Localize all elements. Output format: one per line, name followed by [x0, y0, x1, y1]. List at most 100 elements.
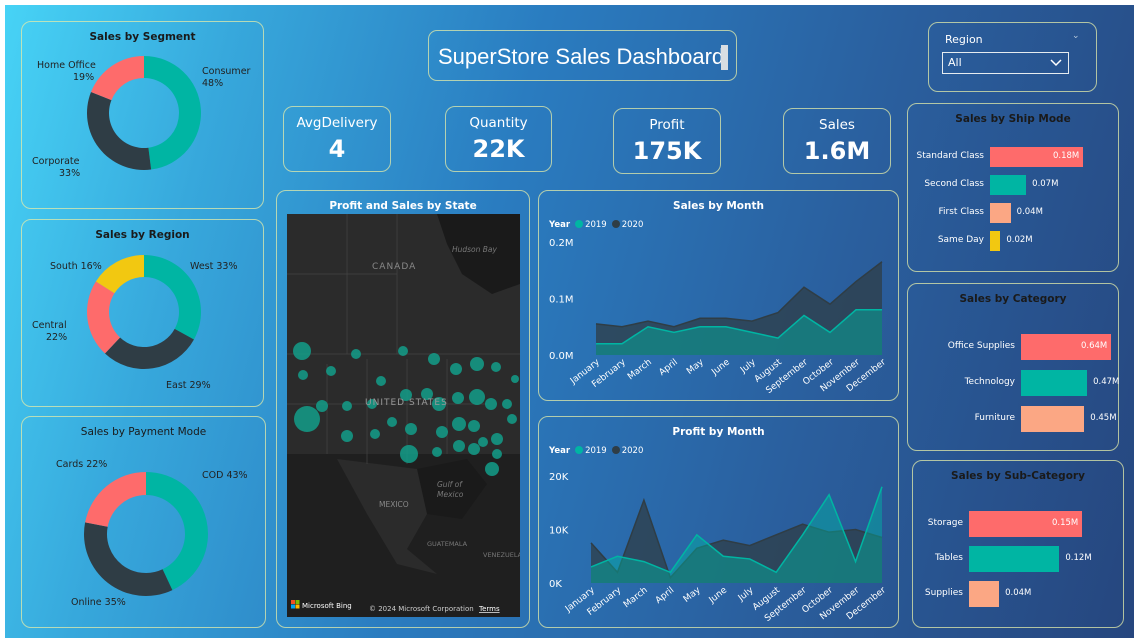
bar[interactable]	[1021, 370, 1088, 396]
state-bubble[interactable]	[470, 357, 484, 371]
state-bubble[interactable]	[316, 400, 328, 412]
state-bubble[interactable]	[400, 445, 418, 463]
state-bubble[interactable]	[502, 399, 512, 409]
bar-value-label: 0.18M	[1053, 151, 1080, 161]
state-bubble[interactable]	[432, 447, 442, 457]
state-bubble[interactable]	[452, 392, 464, 404]
state-bubble[interactable]	[485, 462, 499, 476]
east-slice[interactable]	[104, 328, 194, 369]
home-office-slice[interactable]	[91, 56, 144, 101]
online-slice[interactable]	[84, 522, 173, 596]
x-tick-label: June	[709, 357, 732, 378]
segment-label-corporate: Corporate	[32, 156, 80, 167]
x-tick-label: June	[707, 585, 730, 606]
bar[interactable]	[990, 231, 1001, 251]
bar[interactable]	[969, 581, 1000, 607]
state-bubble[interactable]	[370, 429, 380, 439]
state-bubble[interactable]	[491, 362, 501, 372]
region-filter[interactable]: Region ⌄ All	[928, 22, 1097, 92]
map-terms-link: Terms	[478, 605, 500, 613]
kpi-quantity: Quantity 22K	[445, 106, 552, 172]
bar[interactable]	[990, 175, 1027, 195]
x-tick-label: May	[682, 585, 703, 605]
region-dropdown-value: All	[948, 56, 962, 69]
map-title: Profit and Sales by State	[329, 200, 477, 212]
region-label-east: East 29%	[166, 380, 211, 391]
state-bubble[interactable]	[351, 349, 361, 359]
state-bubble[interactable]	[293, 342, 311, 360]
category-card: Sales by Category Office Supplies 0.64M Te…	[907, 283, 1119, 451]
kpi-sales: Sales 1.6M	[783, 108, 891, 174]
state-bubble[interactable]	[405, 423, 417, 435]
payment-donut-chart: COD 43% Online 35% Cards 22%	[56, 459, 248, 608]
dashboard-canvas: SuperStore Sales Dashboard Region ⌄ All …	[5, 5, 1134, 638]
segment-label-homeoffice: Home Office	[37, 60, 96, 71]
state-bubble[interactable]	[376, 376, 386, 386]
state-bubble[interactable]	[326, 366, 336, 376]
region-label-south: South 16%	[50, 261, 102, 272]
bar-category-label: Office Supplies	[947, 341, 1015, 351]
state-bubble[interactable]	[507, 414, 517, 424]
map-label-venezuela: VENEZUELA	[483, 551, 520, 559]
bar-category-label: Standard Class	[916, 151, 984, 161]
filter-collapse-icon[interactable]: ⌄	[1072, 31, 1080, 41]
bar-value-label: 0.07M	[1032, 179, 1059, 189]
page-title: SuperStore Sales Dashboard	[438, 44, 725, 69]
state-bubble[interactable]	[485, 398, 497, 410]
state-bubble[interactable]	[387, 417, 397, 427]
bar[interactable]	[969, 546, 1060, 572]
subcategory-title: Sales by Sub-Category	[951, 470, 1085, 482]
kpi-value: 4	[328, 135, 346, 163]
bar[interactable]	[1021, 406, 1085, 432]
chevron-down-icon	[1050, 59, 1062, 67]
bar-value-label: 0.15M	[1052, 518, 1079, 528]
bar-category-label: Same Day	[937, 235, 984, 245]
bar-value-label: 0.02M	[1006, 235, 1033, 245]
state-bubble[interactable]	[341, 430, 353, 442]
shipmode-card: Sales by Ship Mode Standard Class 0.18M Se…	[907, 103, 1119, 272]
title-card: SuperStore Sales Dashboard	[428, 30, 737, 81]
bar-category-label: Second Class	[924, 179, 984, 189]
state-bubble-map[interactable]: CANADA UNITED STATES MEXICO Hudson Bay G…	[287, 214, 520, 617]
sales-month-chart: 0.0M0.1M0.2MJanuaryFebruaryMarch April May…	[549, 238, 888, 396]
consumer-slice[interactable]	[144, 56, 202, 170]
payment-donut-card: Sales by Payment Mode COD 43% Online 35%…	[21, 416, 266, 628]
state-bubble[interactable]	[436, 426, 448, 438]
state-bubble[interactable]	[468, 443, 480, 455]
state-bubble[interactable]	[298, 370, 308, 380]
state-bubble[interactable]	[478, 437, 488, 447]
bar-value-label: 0.04M	[1016, 207, 1043, 217]
state-bubble[interactable]	[511, 375, 519, 383]
segment-pct-homeoffice: 19%	[73, 72, 94, 83]
map-label-gulf1: Gulf of	[437, 480, 463, 489]
map-label-guatemala: GUATEMALA	[427, 540, 468, 548]
state-bubble[interactable]	[294, 406, 320, 432]
state-bubble[interactable]	[342, 401, 352, 411]
state-bubble[interactable]	[398, 346, 408, 356]
bar-category-label: Storage	[927, 518, 963, 528]
state-bubble[interactable]	[492, 449, 502, 459]
kpi-value: 175K	[632, 137, 702, 165]
bar[interactable]	[990, 203, 1011, 223]
payment-label-cod: COD 43%	[202, 470, 248, 481]
map-brand: Microsoft Bing	[302, 602, 352, 610]
x-tick-label: May	[685, 357, 706, 377]
y-tick-label: 0K	[549, 579, 562, 590]
kpi-label: AvgDelivery	[296, 115, 378, 131]
state-bubble[interactable]	[450, 363, 462, 375]
state-bubble[interactable]	[468, 420, 480, 432]
corporate-slice[interactable]	[86, 92, 152, 170]
state-bubble[interactable]	[452, 417, 466, 431]
state-bubble[interactable]	[453, 440, 465, 452]
state-bubble[interactable]	[491, 433, 503, 445]
bar-value-label: 0.12M	[1065, 553, 1092, 563]
region-donut-chart: West 33% East 29% Central 22% South 16%	[32, 255, 238, 391]
bar-category-label: Technology	[964, 377, 1015, 387]
payment-label-cards: Cards 22%	[56, 459, 107, 470]
x-tick-label: March	[626, 357, 654, 382]
state-bubble[interactable]	[469, 389, 485, 405]
region-filter-label: Region	[945, 33, 983, 46]
cards-slice[interactable]	[85, 472, 146, 527]
region-dropdown[interactable]: All	[942, 52, 1069, 74]
state-bubble[interactable]	[428, 353, 440, 365]
